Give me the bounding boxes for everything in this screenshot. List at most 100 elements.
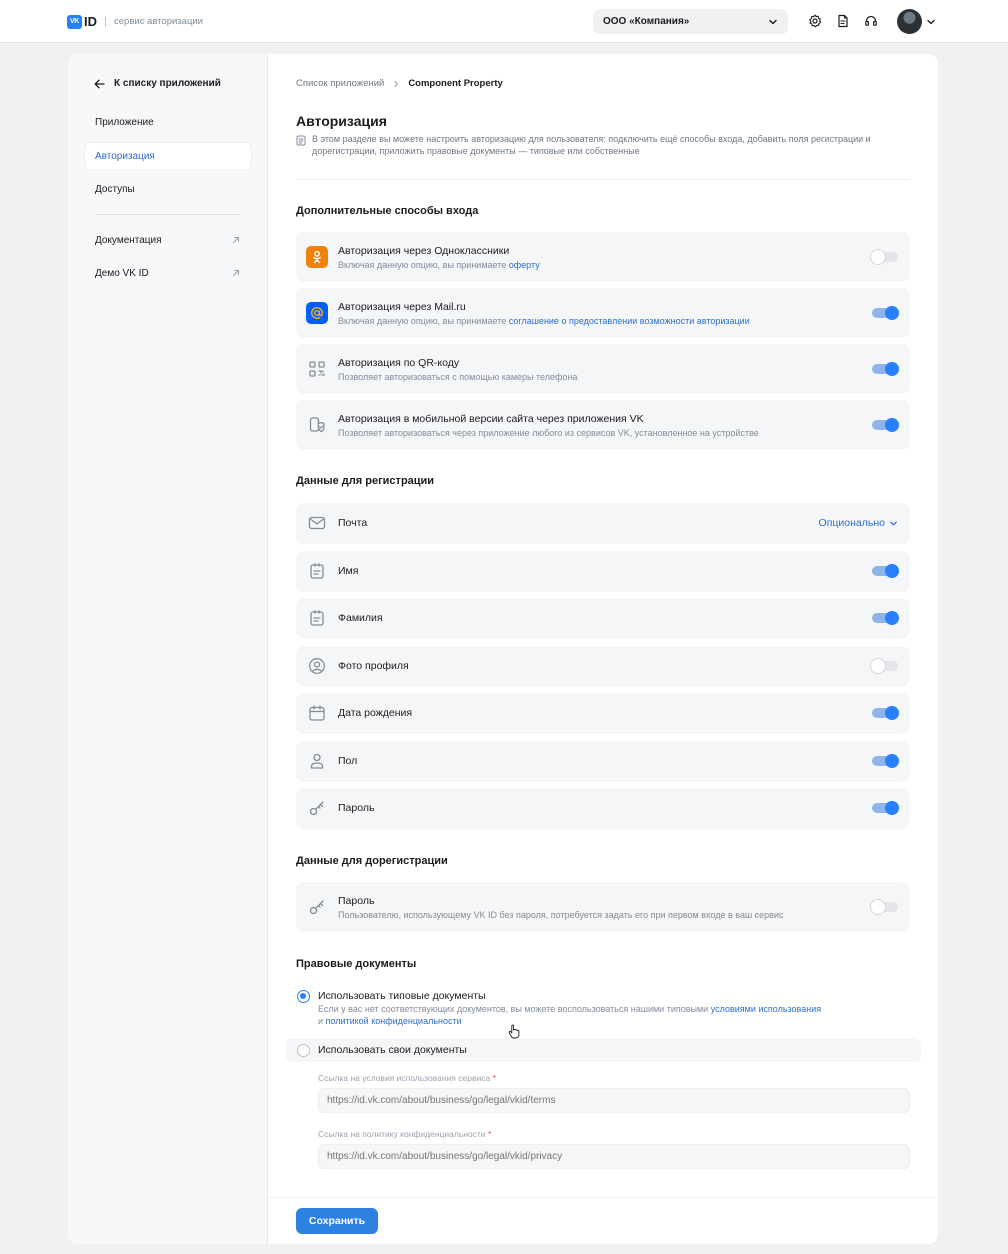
back-to-apps-label: К списку приложений [114, 78, 221, 89]
login-method-subtitle: Позволяет авторизоваться с помощью камер… [338, 372, 578, 382]
offer-link[interactable]: оферту [509, 260, 540, 270]
hand-cursor-icon [508, 1024, 520, 1039]
mobile-vk-login-toggle[interactable] [872, 418, 899, 432]
external-link-icon [232, 269, 240, 277]
user-circle-icon [306, 655, 328, 677]
last-name-toggle[interactable] [872, 611, 899, 625]
privacy-policy-link[interactable]: политикой конфиденциальности [326, 1016, 462, 1026]
calendar-icon [306, 702, 328, 724]
qr-login-toggle[interactable] [872, 362, 899, 376]
pre-registration-password-toggle[interactable] [871, 900, 898, 914]
sidebar-item-label: Авторизация [95, 151, 155, 162]
company-select[interactable]: ООО «Компания» [593, 9, 788, 34]
photo-toggle[interactable] [871, 659, 898, 673]
terms-url-input[interactable] [318, 1088, 910, 1113]
agreement-link[interactable]: соглашение о предоставлении возможности … [509, 316, 750, 326]
sidebar-divider [95, 214, 239, 215]
user-menu[interactable] [897, 9, 936, 34]
standard-docs-radio[interactable] [297, 990, 310, 1003]
login-method-title: Авторизация по QR-коду [338, 357, 460, 369]
chevron-down-icon [769, 19, 777, 24]
toggle-knob [885, 801, 899, 815]
arrow-left-icon [94, 79, 105, 88]
key-icon [306, 896, 328, 918]
breadcrumb: Список приложений Component Property [296, 78, 503, 89]
mailru-login-toggle[interactable] [872, 306, 899, 320]
sidebar-link-demo[interactable]: Демо VK ID [85, 260, 251, 287]
terms-url-label-text: Ссылка на условия использования сервиса [318, 1073, 491, 1083]
gender-toggle[interactable] [872, 754, 899, 768]
vk-id-logo[interactable]: VK ID сервис авторизации [67, 14, 203, 29]
login-method-ok: Авторизация через Одноклассники Включая … [296, 232, 910, 282]
required-asterisk: * [487, 1129, 492, 1139]
chevron-down-icon [927, 19, 935, 24]
info-document-icon [296, 135, 306, 146]
registration-field-photo: Фото профиля [296, 646, 910, 687]
toggle-knob [871, 250, 885, 264]
registration-field-label: Пол [338, 755, 358, 767]
registration-field-first-name: Имя [296, 551, 910, 592]
key-icon [306, 797, 328, 819]
support-headset-icon[interactable] [863, 13, 879, 29]
birthdate-toggle[interactable] [872, 706, 899, 720]
section-heading-login-methods: Дополнительные способы входа [296, 205, 479, 217]
own-docs-radio[interactable] [297, 1044, 310, 1057]
save-button[interactable]: Сохранить [296, 1208, 378, 1234]
sidebar-item-application[interactable]: Приложение [85, 109, 251, 136]
pre-registration-title: Пароль [338, 895, 375, 907]
registration-field-birthdate: Дата рождения [296, 693, 910, 734]
id-card-icon [306, 560, 328, 582]
toggle-knob [885, 611, 899, 625]
toggle-knob [885, 564, 899, 578]
sidebar-item-label: Приложение [95, 117, 154, 128]
own-docs-label[interactable]: Использовать свои документы [318, 1044, 467, 1056]
subtitle-text: Включая данную опцию, вы принимаете [338, 316, 509, 326]
avatar [897, 9, 922, 34]
login-method-title: Авторизация через Одноклассники [338, 245, 510, 257]
breadcrumb-parent[interactable]: Список приложений [296, 78, 384, 89]
email-requirement-select[interactable]: Опционально [819, 517, 898, 529]
registration-field-password: Пароль [296, 788, 910, 829]
sidebar-item-label: Доступы [95, 184, 135, 195]
mail-envelope-icon [306, 512, 328, 534]
registration-field-label: Пароль [338, 802, 375, 814]
login-method-mobile-vk: Авторизация в мобильной версии сайта чер… [296, 400, 910, 450]
toggle-knob [885, 362, 899, 376]
login-method-subtitle: Позволяет авторизоваться через приложени… [338, 428, 759, 438]
document-icon[interactable] [835, 13, 851, 29]
standard-docs-text-2: и [318, 1015, 326, 1026]
sidebar-item-authorization[interactable]: Авторизация [85, 143, 251, 170]
page-description: В этом разделе вы можете настроить автор… [296, 134, 906, 157]
login-method-mailru: Авторизация через Mail.ru Включая данную… [296, 288, 910, 338]
registration-field-label: Почта [338, 517, 368, 529]
settings-gear-icon[interactable] [807, 13, 823, 29]
toggle-knob [885, 418, 899, 432]
chevron-down-icon [890, 521, 897, 525]
mailru-at-icon [306, 302, 328, 324]
toggle-knob [871, 659, 885, 673]
registration-field-gender: Пол [296, 741, 910, 782]
standard-docs-label[interactable]: Использовать типовые документы [318, 990, 486, 1002]
login-method-subtitle: Включая данную опцию, вы принимаете офер… [338, 260, 540, 270]
privacy-url-input[interactable] [318, 1144, 910, 1169]
toggle-knob [885, 306, 899, 320]
required-asterisk: * [492, 1073, 496, 1083]
standard-docs-text-1: Если у вас нет соответствующих документо… [318, 1004, 711, 1014]
sidebar-link-label: Документация [95, 235, 162, 246]
logo-separator [105, 16, 106, 27]
own-docs-row[interactable]: Использовать свои документы [286, 1038, 921, 1062]
toggle-knob [885, 706, 899, 720]
sidebar-link-label: Демо VK ID [95, 268, 149, 279]
page-description-text: В этом разделе вы можете настроить автор… [312, 134, 871, 156]
first-name-toggle[interactable] [872, 564, 899, 578]
terms-of-use-link[interactable]: условиями использования [711, 1004, 821, 1014]
registration-field-email: Почта Опционально [296, 503, 910, 544]
ok-login-toggle[interactable] [871, 250, 898, 264]
pre-registration-subtitle: Пользователю, использующему VK ID без па… [338, 910, 784, 920]
back-to-apps-link[interactable]: К списку приложений [94, 78, 221, 89]
registration-field-label: Имя [338, 565, 359, 577]
password-toggle[interactable] [872, 801, 899, 815]
sidebar-link-documentation[interactable]: Документация [85, 227, 251, 254]
footer-divider [268, 1197, 938, 1198]
sidebar-item-access[interactable]: Доступы [85, 176, 251, 203]
